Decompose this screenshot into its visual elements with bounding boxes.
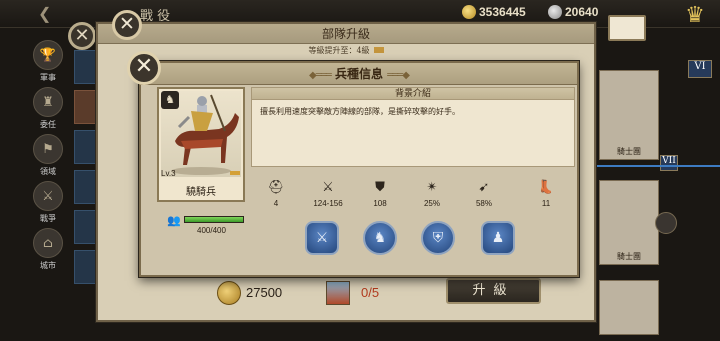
background-panel: 背景介紹 擅長利用速度突擊敵方陣線的部隊，是撕碎攻擊的好手。 <box>251 87 575 167</box>
sidebar: 🏆 軍事 ♜ 委任 ⚑ 領域 ⚔ 戰爭 ⌂ 城市 <box>28 36 68 336</box>
unit-card-bg[interactable]: 騎士團 <box>599 180 659 265</box>
stat-count: ⛑ 4 <box>251 180 301 208</box>
commission-icon[interactable]: ♜ <box>33 87 63 117</box>
horse-emblem-icon: ♞ <box>161 91 179 109</box>
troop-strength: 👥 400/400 <box>167 213 247 235</box>
military-trophy-icon[interactable]: 🏆 <box>33 40 63 70</box>
troops-icon: 👥 <box>167 214 181 227</box>
war-icon[interactable]: ⚔ <box>33 181 63 211</box>
sidebar-label-commission: 委任 <box>40 120 56 129</box>
unit-card-bg[interactable]: 騎士團 <box>599 70 659 160</box>
stat-attack: ⚔ 124-156 <box>303 180 353 208</box>
chest-icon <box>373 47 384 53</box>
upgrade-dialog-subtitle: 等級提升至：4級 <box>98 44 594 58</box>
sidebar-label-military: 軍事 <box>40 73 56 82</box>
crown-icon[interactable]: ♛ <box>678 3 712 29</box>
stat-value: 108 <box>373 199 387 208</box>
unit-level: Lv.3 <box>161 169 176 178</box>
background-text: 擅長利用速度突擊敵方陣線的部隊，是撕碎攻擊的好手。 <box>260 107 460 116</box>
claw-icon: ✴ <box>426 180 438 195</box>
stat-value: 11 <box>541 199 551 208</box>
unit-card-label: 騎士團 <box>617 252 641 261</box>
hp-text: 400/400 <box>197 226 226 235</box>
troop-skill-icon[interactable]: ♟ <box>481 221 515 255</box>
tier-badge: VII <box>660 155 678 171</box>
upgrade-cost-bar: 27500 0/5 升級 <box>96 276 596 322</box>
swords-icon: ⚔ <box>322 180 334 195</box>
stat-move: 👢 11 <box>521 180 571 208</box>
charge-skill-icon[interactable]: ⚔ <box>305 221 339 255</box>
stat-value: 124-156 <box>313 199 343 208</box>
codex-book-icon[interactable] <box>608 15 646 41</box>
gold-coin-icon <box>217 281 241 305</box>
skills-row: ⚔ ♞ ⛨ ♟ <box>251 221 575 261</box>
medal-icon <box>548 5 562 19</box>
lock-icon[interactable] <box>655 212 677 234</box>
tier-badge: VI <box>688 60 712 78</box>
progress-line <box>580 165 720 167</box>
stat-dodge: ➹ 58% <box>459 180 509 208</box>
stat-defense: ⛊ 108 <box>355 180 405 208</box>
gold-cost: 27500 <box>246 285 283 300</box>
unit-card-label: 騎士團 <box>617 147 641 156</box>
unit-name: 驍騎兵 <box>186 187 216 198</box>
unit-count: 0/5 <box>361 285 380 300</box>
ornament: ═══◆ <box>387 70 410 81</box>
unit-portrait-card: ♞ Lv.3 驍騎兵 <box>157 87 245 202</box>
upgrade-dialog-title: 部隊升級 <box>98 24 594 44</box>
gold-coin-icon <box>462 5 476 19</box>
ornament: ◆═══ <box>309 70 332 81</box>
close-icon[interactable]: ✕ <box>112 10 142 40</box>
stats-row: ⛑ 4 ⚔ 124-156 ⛊ 108 ✴ 25% ➹ 58% 👢 11 <box>251 180 575 220</box>
rider-skill-icon[interactable]: ♞ <box>363 221 397 255</box>
hp-bar-fill <box>185 217 243 222</box>
stat-crit: ✴ 25% <box>407 180 457 208</box>
upgrade-button[interactable]: 升級 <box>446 278 541 304</box>
stat-value: 58% <box>475 199 492 208</box>
close-icon[interactable]: ✕ <box>127 51 161 85</box>
background-unit-column: 騎士團 騎士團 <box>585 50 720 335</box>
hp-bar <box>184 216 244 223</box>
stat-value: 25% <box>423 199 440 208</box>
background-header: 背景介紹 <box>252 88 574 100</box>
back-arrow-icon[interactable]: ❮ <box>38 4 51 23</box>
sidebar-label-war: 戰爭 <box>40 214 56 223</box>
dodge-icon: ➹ <box>478 180 490 195</box>
armor-skill-icon[interactable]: ⛨ <box>421 221 455 255</box>
unit-info-dialog: ◆═══ 兵種信息 ═══◆ ♞ Lv.3 驍騎兵 👥 400/400 背景介紹… <box>139 61 579 277</box>
medal-resource: 20640 <box>548 5 598 19</box>
unit-info-title: ◆═══ 兵種信息 ═══◆ <box>141 63 577 85</box>
unit-thumbnail <box>326 281 350 305</box>
close-icon[interactable]: ✕ <box>68 22 96 50</box>
territory-icon[interactable]: ⚑ <box>33 134 63 164</box>
unit-tag <box>230 171 240 175</box>
boot-icon: 👢 <box>537 180 555 195</box>
sidebar-label-city: 城市 <box>40 261 56 270</box>
helmet-icon: ⛑ <box>267 180 285 195</box>
stat-value: 4 <box>273 199 279 208</box>
gold-resource: 3536445 <box>462 5 526 19</box>
city-icon[interactable]: ⌂ <box>33 228 63 258</box>
sidebar-label-territory: 領域 <box>40 167 56 176</box>
unit-card-bg[interactable] <box>599 280 659 335</box>
shield-icon: ⛊ <box>375 180 385 195</box>
